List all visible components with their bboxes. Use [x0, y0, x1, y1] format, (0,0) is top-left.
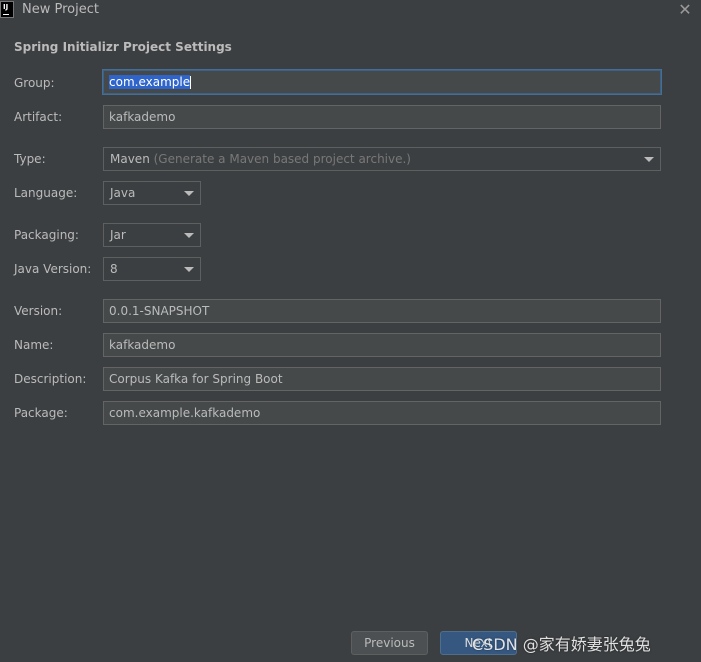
packaging-value: Jar [110, 228, 126, 242]
text-caret [190, 76, 192, 89]
previous-button[interactable]: Previous [351, 631, 428, 655]
language-value: Java [110, 186, 136, 200]
name-value: kafkademo [109, 338, 176, 352]
close-icon[interactable]: ✕ [677, 2, 693, 18]
app-icon-text: IJ [3, 3, 9, 11]
window-title: New Project [22, 2, 99, 17]
description-field[interactable]: Corpus Kafka for Spring Boot [103, 367, 661, 391]
type-hint: (Generate a Maven based project archive.… [153, 152, 411, 166]
packaging-dropdown[interactable]: Jar [103, 223, 201, 247]
intellij-icon: IJ [0, 1, 14, 18]
language-dropdown[interactable]: Java [103, 181, 201, 205]
package-label: Package: [14, 406, 68, 420]
package-value: com.example.kafkademo [109, 406, 261, 420]
artifact-field[interactable]: kafkademo [103, 105, 661, 129]
language-label: Language: [14, 186, 78, 200]
group-label: Group: [14, 76, 55, 90]
version-value: 0.0.1-SNAPSHOT [109, 304, 210, 318]
artifact-value: kafkademo [109, 110, 176, 124]
java-version-label: Java Version: [14, 262, 92, 276]
watermark: CSDN @家有娇妻张兔兔 [472, 635, 651, 654]
description-label: Description: [14, 372, 87, 386]
title-bar: IJ New Project ✕ [0, 0, 701, 22]
chevron-down-icon [184, 191, 194, 196]
name-label: Name: [14, 338, 54, 352]
package-field[interactable]: com.example.kafkademo [103, 401, 661, 425]
new-project-dialog: IJ New Project ✕ Spring Initializr Proje… [0, 0, 701, 662]
section-title: Spring Initializr Project Settings [14, 40, 232, 54]
type-dropdown[interactable]: Maven (Generate a Maven based project ar… [103, 147, 661, 171]
artifact-label: Artifact: [14, 110, 63, 124]
group-field[interactable]: com.example [103, 70, 661, 94]
type-value: Maven [110, 152, 150, 166]
description-value: Corpus Kafka for Spring Boot [109, 372, 283, 386]
version-field[interactable]: 0.0.1-SNAPSHOT [103, 299, 661, 323]
chevron-down-icon [644, 157, 654, 162]
java-version-value: 8 [110, 262, 118, 276]
packaging-label: Packaging: [14, 228, 79, 242]
name-field[interactable]: kafkademo [103, 333, 661, 357]
java-version-dropdown[interactable]: 8 [103, 257, 201, 281]
chevron-down-icon [184, 267, 194, 272]
version-label: Version: [14, 304, 63, 318]
group-value: com.example [109, 75, 191, 89]
chevron-down-icon [184, 233, 194, 238]
type-label: Type: [14, 152, 46, 166]
